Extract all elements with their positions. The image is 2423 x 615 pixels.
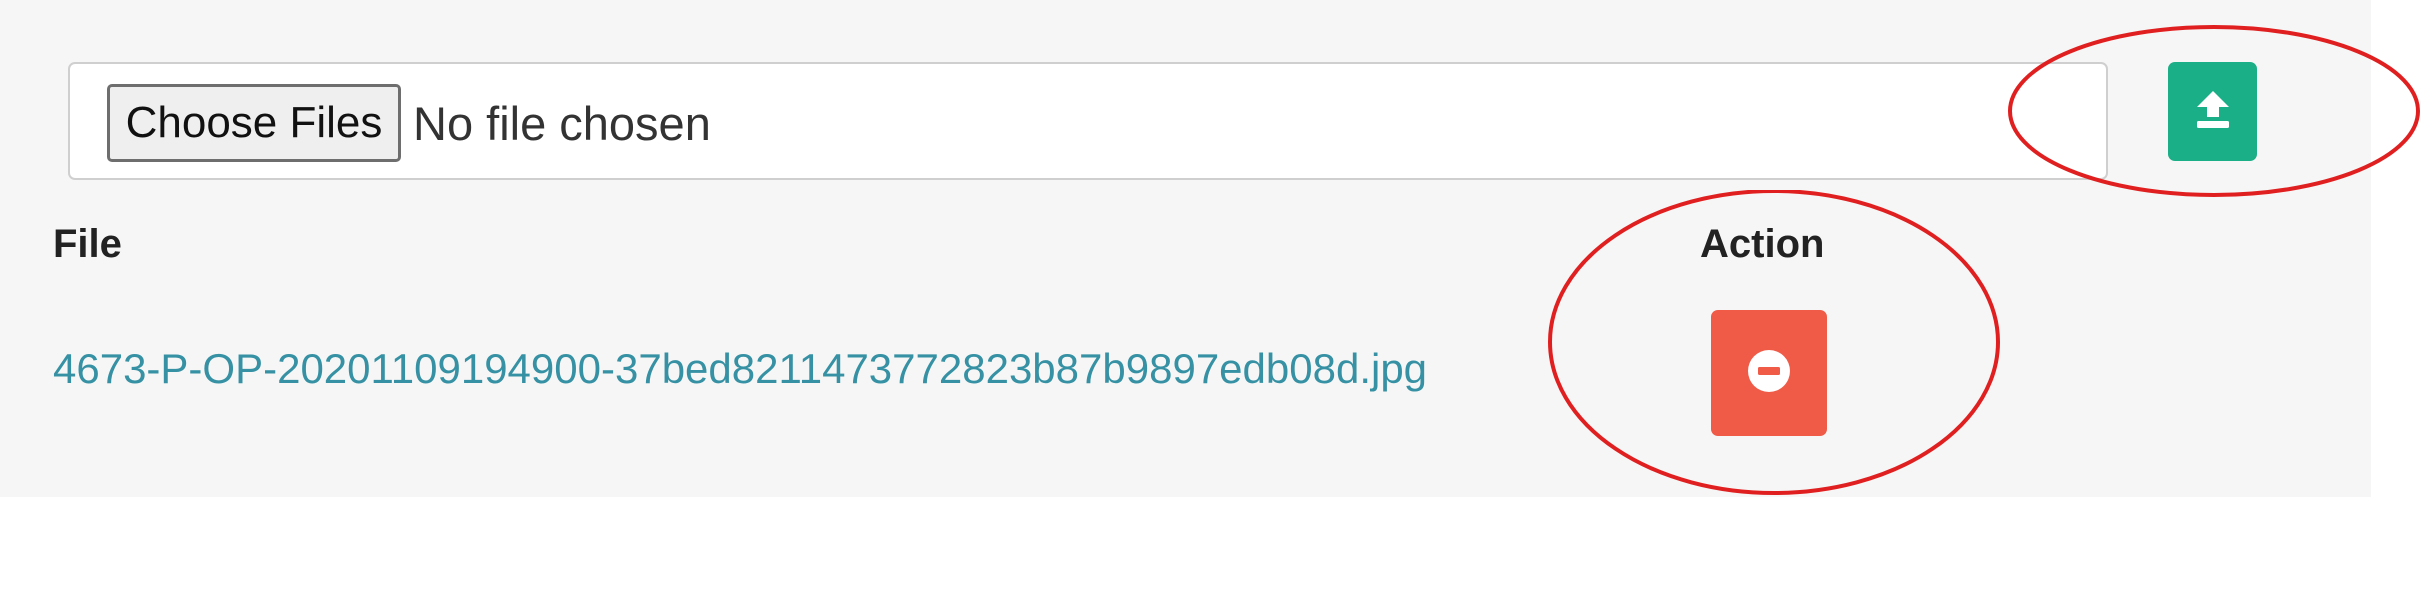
column-header-file: File <box>53 222 122 266</box>
minus-circle-icon <box>1746 348 1792 399</box>
file-status-text: No file chosen <box>413 96 711 150</box>
upload-panel: Choose Files No file chosen File Action … <box>0 0 2371 497</box>
file-link[interactable]: 4673-P-OP-20201109194900-37bed8211473772… <box>53 345 1427 393</box>
upload-button[interactable] <box>2168 62 2257 161</box>
column-header-action: Action <box>1700 222 1825 266</box>
upload-icon <box>2191 87 2235 136</box>
remove-file-button[interactable] <box>1711 310 1827 436</box>
choose-files-button[interactable]: Choose Files <box>107 84 401 162</box>
file-input[interactable]: Choose Files No file chosen <box>68 62 2108 180</box>
